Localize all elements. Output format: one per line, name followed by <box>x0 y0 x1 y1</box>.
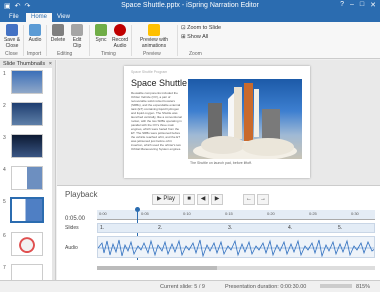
zoom-level: 815% <box>356 284 371 290</box>
slide-thumbnail[interactable]: 4 <box>3 166 53 196</box>
save-close-button[interactable]: Save & Close <box>3 24 21 49</box>
preview-animations-button[interactable]: Preview with animations <box>135 24 173 49</box>
slide-body-text: Reusable components included the Orbiter… <box>131 91 182 151</box>
zoom-slider[interactable] <box>320 284 352 288</box>
rewind-icon: ◀ <box>200 196 206 202</box>
forward-icon: ▶ <box>214 196 220 202</box>
edit-clip-button[interactable]: Edit Clip <box>68 24 86 49</box>
slide-marker: 5. <box>338 225 343 231</box>
tab-home[interactable]: Home <box>26 13 53 22</box>
minimize-icon[interactable]: – <box>350 1 354 9</box>
sync-icon <box>95 24 107 36</box>
arrow-left-icon: ← <box>246 196 252 202</box>
slide-marker: 2. <box>158 225 163 231</box>
edit-clip-icon <box>71 24 83 36</box>
divider <box>46 25 47 56</box>
record-audio-button[interactable]: Record Audio <box>111 24 129 49</box>
divider <box>89 25 90 56</box>
preview-icon <box>148 24 160 36</box>
slide-heading: Space Shuttle <box>131 78 188 88</box>
status-bar: Current slide: 5 / 9 Presentation durati… <box>0 280 380 292</box>
group-import: Import <box>27 51 42 57</box>
play-button[interactable]: ▶ Play <box>152 194 180 205</box>
slide-marker: 3. <box>228 225 233 231</box>
divider <box>177 25 178 56</box>
zoom-to-slide-button[interactable]: ⊡ Zoom to Slide <box>181 25 221 31</box>
slide-thumbnail[interactable]: 2 <box>3 102 53 132</box>
presentation-duration-status: Presentation duration: 0:00:30.00 <box>225 284 307 290</box>
shuttle-photo <box>188 79 302 161</box>
rewind-button[interactable]: ◀ <box>197 194 209 205</box>
playback-title: Playback <box>65 190 98 199</box>
stop-button[interactable]: ■ <box>183 194 195 205</box>
slide-thumbnail[interactable]: 3 <box>3 134 53 164</box>
stop-icon: ■ <box>187 196 191 202</box>
ruler-tick: 0:30 <box>351 211 359 216</box>
slide-marker: 4. <box>288 225 293 231</box>
ruler-tick: 0:15 <box>225 211 233 216</box>
save-icon <box>6 24 18 36</box>
help-icon[interactable]: ? <box>340 1 344 9</box>
tab-file[interactable]: File <box>4 13 24 22</box>
timeline-scrollbar[interactable] <box>97 266 375 270</box>
close-icon[interactable]: ✕ <box>370 1 376 9</box>
slides-track-label: Slides <box>65 225 79 231</box>
ribbon-tabs: File Home View <box>0 12 380 22</box>
microphone-icon <box>114 24 126 36</box>
divider <box>131 25 132 56</box>
slide-marker: 1. <box>100 225 105 231</box>
play-icon: ▶ <box>157 196 162 202</box>
group-timing: Timing <box>101 51 116 57</box>
group-zoom: Zoom <box>189 51 202 57</box>
forward-button[interactable]: ▶ <box>211 194 223 205</box>
current-slide-status: Current slide: 5 / 9 <box>160 284 205 290</box>
title-bar: ▣ ↶ ↷ Space Shuttle.pptx - iSpring Narra… <box>0 0 380 12</box>
thumbnails-scrollbar[interactable] <box>52 68 55 280</box>
previous-slide-button[interactable]: ← <box>243 194 255 205</box>
group-editing: Editing <box>57 51 73 57</box>
ruler-tick: 0:00 <box>99 211 107 216</box>
ribbon: Save & Close Audio Delete Edit Clip Sync… <box>0 22 380 59</box>
ruler-tick: 0:10 <box>183 211 191 216</box>
next-slide-button[interactable]: → <box>257 194 269 205</box>
photo-caption: The Shuttle on launch pad, before liftof… <box>190 161 253 165</box>
window-title: Space Shuttle.pptx - iSpring Narration E… <box>121 2 259 9</box>
sync-button[interactable]: Sync <box>92 24 110 43</box>
playback-panel: Playback ▶ Play ■ ◀ ▶ ← → 0:05.00 0:00 0… <box>57 185 380 280</box>
slides-track[interactable]: 1. 2. 3. 4. 5. <box>97 223 375 233</box>
slide-thumbnail[interactable]: 1 <box>3 70 53 100</box>
slide-kicker: Space Shuttle Program <box>131 70 168 74</box>
ruler-tick: 0:05 <box>141 211 149 216</box>
slide-canvas: Space Shuttle Program Space Shuttle Reus… <box>57 60 380 185</box>
show-all-icon: ⊞ <box>181 34 186 40</box>
divider <box>23 25 24 56</box>
group-close: Close <box>5 51 18 57</box>
delete-button[interactable]: Delete <box>49 24 67 43</box>
ruler-tick: 0:25 <box>309 211 317 216</box>
maximize-icon[interactable]: □ <box>360 1 364 9</box>
speaker-icon <box>29 24 41 36</box>
arrow-right-icon: → <box>260 196 266 202</box>
panel-title: Slide Thumbnails <box>3 61 46 67</box>
slide-thumbnails-panel: Slide Thumbnails × 1 2 3 4 5 6 7 <box>0 60 56 288</box>
window-controls: ? – □ ✕ <box>340 1 376 9</box>
show-all-button[interactable]: ⊞ Show All <box>181 34 208 40</box>
zoom-icon: ⊡ <box>181 25 186 31</box>
current-timecode: 0:05.00 <box>65 216 86 222</box>
slide-thumbnail[interactable]: 6 <box>3 232 53 262</box>
audio-track-label: Audio <box>65 245 78 251</box>
close-panel-icon[interactable]: × <box>49 61 52 67</box>
group-preview: Preview <box>143 51 161 57</box>
slide-preview: Space Shuttle Program Space Shuttle Reus… <box>124 66 310 178</box>
audio-button[interactable]: Audio <box>26 24 44 43</box>
delete-icon <box>52 24 64 36</box>
audio-waveform[interactable] <box>97 236 375 258</box>
ruler-tick: 0:20 <box>267 211 275 216</box>
shuttle-illustration <box>193 83 297 161</box>
slide-thumbnail-selected[interactable]: 5 <box>3 197 53 228</box>
tab-view[interactable]: View <box>52 13 75 22</box>
